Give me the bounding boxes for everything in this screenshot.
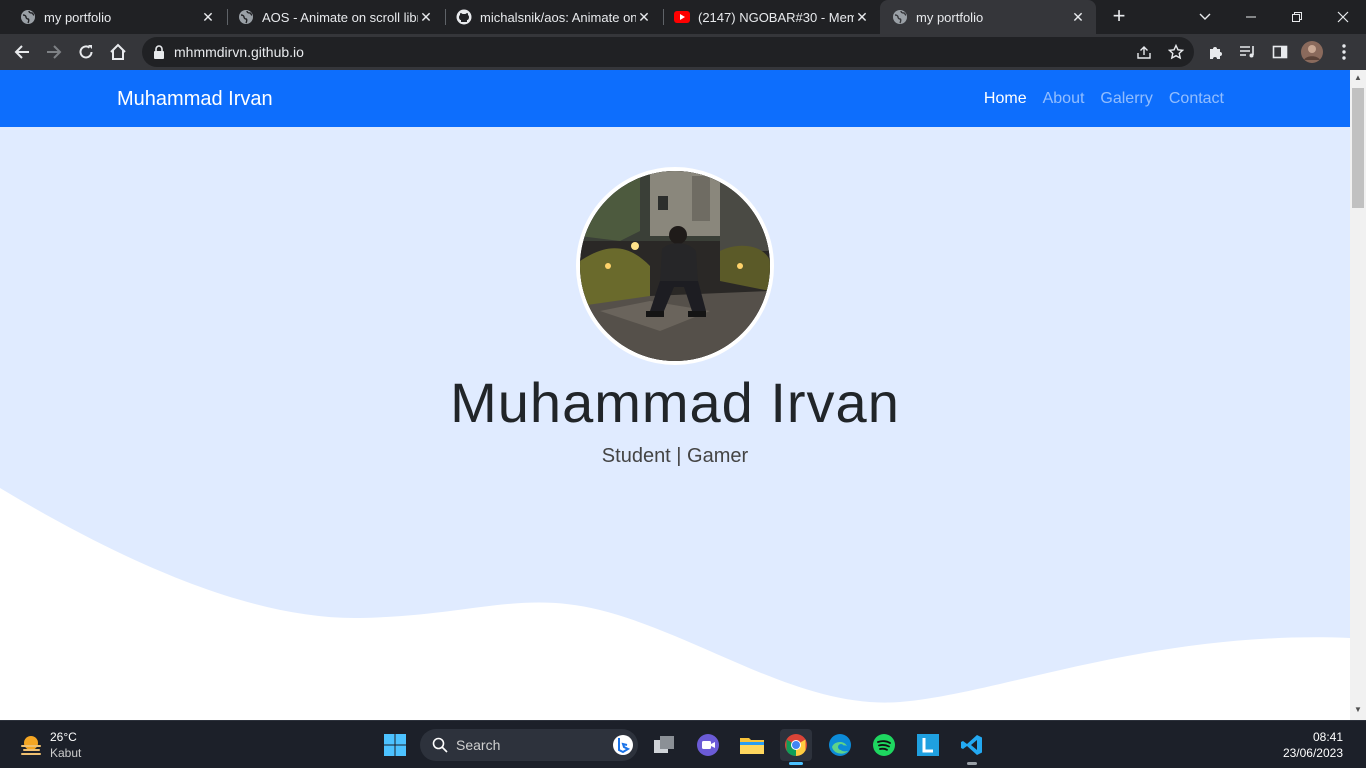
meet-icon <box>697 734 719 756</box>
tab-5-active[interactable]: my portfolio ✕ <box>880 0 1096 34</box>
nav-link-galerry[interactable]: Galerry <box>1100 90 1152 108</box>
taskbar: 26°C Kabut Search 08:41 23/06/2023 <box>0 720 1366 768</box>
clock-time[interactable]: 08:41 <box>1313 730 1343 744</box>
close-icon[interactable]: ✕ <box>200 9 216 25</box>
weather-description[interactable]: Kabut <box>50 746 81 760</box>
arrow-left-icon <box>14 45 29 59</box>
bookmark-star-icon[interactable] <box>1166 42 1186 62</box>
l-app-icon <box>917 734 939 756</box>
tab-title: my portfolio <box>916 9 984 25</box>
address-bar[interactable]: mhmmdirvn.github.io <box>142 37 1194 67</box>
nav-link-about[interactable]: About <box>1043 90 1085 108</box>
navbar-brand[interactable]: Muhammad Irvan <box>117 88 273 111</box>
browser-toolbar: mhmmdirvn.github.io <box>0 34 1366 70</box>
share-icon[interactable] <box>1134 42 1154 62</box>
vscode-app[interactable] <box>956 729 988 765</box>
scroll-down-arrow-icon[interactable]: ▼ <box>1354 706 1362 714</box>
hero-subtitle: Student | Gamer <box>601 445 749 467</box>
chrome-icon <box>785 734 807 756</box>
tab-1[interactable]: my portfolio ✕ <box>0 0 226 34</box>
new-tab-button[interactable]: + <box>1108 5 1130 28</box>
reload-icon <box>79 45 93 59</box>
task-view-button[interactable] <box>648 729 680 761</box>
meet-app[interactable] <box>692 729 724 761</box>
side-panel-button[interactable] <box>1266 38 1294 66</box>
page-viewport: Muhammad Irvan Home About Galerry Contac… <box>0 70 1350 720</box>
file-explorer-app[interactable] <box>736 729 768 761</box>
youtube-icon <box>674 9 690 25</box>
side-panel-icon <box>1272 45 1288 59</box>
tab-search-button[interactable] <box>1182 0 1228 34</box>
back-button[interactable] <box>8 38 36 66</box>
scrollbar-thumb[interactable] <box>1352 88 1364 208</box>
nav-link-home[interactable]: Home <box>984 90 1027 108</box>
close-icon <box>1337 11 1349 23</box>
tab-3[interactable]: michalsnik/aos: Animate on scroll librar… <box>436 0 662 34</box>
arrow-right-icon <box>47 45 62 59</box>
chrome-app[interactable] <box>780 729 812 765</box>
profile-photo <box>576 167 774 365</box>
file-explorer-icon <box>740 738 764 754</box>
close-icon[interactable]: ✕ <box>1070 9 1086 25</box>
tab-4[interactable]: (2147) NGOBAR#30 - Membahas ✕ <box>654 0 880 34</box>
spotify-icon <box>873 734 895 756</box>
page-scrollbar[interactable]: ▲ ▼ <box>1350 70 1366 720</box>
menu-button[interactable] <box>1330 38 1358 66</box>
globe-icon <box>238 9 254 25</box>
vscode-icon <box>961 735 982 755</box>
tab-2[interactable]: AOS - Animate on scroll library ✕ <box>218 0 444 34</box>
globe-icon <box>20 9 36 25</box>
kebab-menu-icon <box>1342 44 1346 60</box>
profile-avatar-icon <box>1301 41 1323 63</box>
nav-link-contact[interactable]: Contact <box>1169 90 1224 108</box>
weather-fog-icon[interactable] <box>18 732 44 758</box>
minimize-button[interactable] <box>1228 0 1274 34</box>
search-icon <box>432 737 448 753</box>
close-icon[interactable]: ✕ <box>854 9 870 25</box>
home-button[interactable] <box>104 38 132 66</box>
l-app[interactable] <box>912 729 944 761</box>
close-window-button[interactable] <box>1320 0 1366 34</box>
spotify-app[interactable] <box>868 729 900 761</box>
profile-button[interactable] <box>1298 38 1326 66</box>
tab-title: my portfolio <box>44 9 112 25</box>
edge-app[interactable] <box>824 729 856 761</box>
close-icon[interactable]: ✕ <box>636 9 652 25</box>
lock-icon <box>154 45 164 59</box>
search-label: Search <box>456 737 501 753</box>
puzzle-icon <box>1210 47 1222 59</box>
media-control-button[interactable] <box>1234 38 1262 66</box>
task-view-icon <box>654 736 674 753</box>
windows-start-icon <box>384 734 406 756</box>
clock-date[interactable]: 23/06/2023 <box>1283 746 1343 760</box>
url-text: mhmmdirvn.github.io <box>174 44 304 60</box>
reload-button[interactable] <box>72 38 100 66</box>
tab-strip: my portfolio ✕ AOS - Animate on scroll l… <box>0 0 1366 34</box>
tab-title: (2147) NGOBAR#30 - Membahas <box>698 9 854 25</box>
tab-title: michalsnik/aos: Animate on scroll librar… <box>480 9 636 25</box>
minimize-icon <box>1246 16 1256 18</box>
extensions-button[interactable] <box>1202 38 1230 66</box>
chevron-down-icon <box>1199 13 1211 20</box>
hero-title: Muhammad Irvan <box>450 371 900 434</box>
playlist-icon <box>1240 46 1254 58</box>
navbar: Muhammad Irvan Home About Galerry Contac… <box>0 70 1350 127</box>
scroll-up-arrow-icon[interactable]: ▲ <box>1354 74 1362 82</box>
forward-button[interactable] <box>40 38 68 66</box>
tab-title: AOS - Animate on scroll library <box>262 9 418 25</box>
restore-icon <box>1292 12 1302 22</box>
bing-icon[interactable] <box>612 734 634 756</box>
github-icon <box>456 9 472 25</box>
close-icon[interactable]: ✕ <box>418 9 434 25</box>
weather-temperature[interactable]: 26°C <box>50 730 77 744</box>
taskbar-search[interactable]: Search <box>420 729 638 761</box>
restore-button[interactable] <box>1274 0 1320 34</box>
home-icon <box>110 43 126 60</box>
wave-decoration <box>0 488 1350 720</box>
edge-icon <box>829 734 851 756</box>
nav-links: Home About Galerry Contact <box>984 90 1224 108</box>
start-button[interactable] <box>379 729 411 761</box>
globe-icon <box>892 9 908 25</box>
